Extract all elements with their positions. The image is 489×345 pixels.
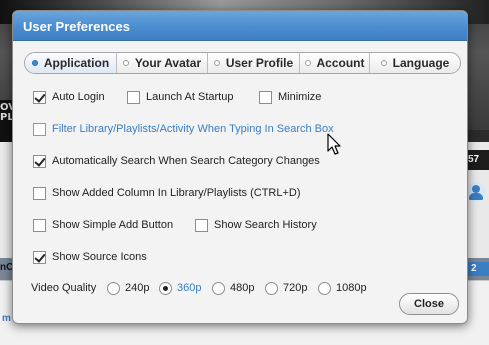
radio-360p[interactable] [159, 281, 172, 295]
filter-library-option[interactable]: Filter Library/Playlists/Activity When T… [33, 121, 334, 137]
show-simple-add-option[interactable]: Show Simple Add Button [33, 217, 173, 233]
tab-user-profile[interactable]: User Profile [208, 53, 300, 73]
video-quality-1080p[interactable]: 1080p [318, 280, 367, 296]
radio-360p-label: 360p [177, 282, 202, 294]
tab-indicator-icon [122, 60, 129, 66]
filter-library-label: Filter Library/Playlists/Activity When T… [52, 123, 334, 135]
launch-at-startup-checkbox[interactable] [127, 90, 140, 104]
tab-indicator-icon [213, 60, 220, 66]
tab-indicator-icon [380, 60, 387, 66]
radio-720p-label: 720p [283, 282, 308, 294]
filter-library-checkbox[interactable] [33, 122, 46, 136]
show-search-history-option[interactable]: Show Search History [195, 217, 317, 233]
close-button[interactable]: Close [399, 293, 459, 315]
video-quality-240p[interactable]: 240p [107, 280, 149, 296]
user-preferences-dialog: User Preferences Application Your Avatar… [12, 10, 468, 324]
auto-login-option[interactable]: Auto Login [33, 89, 105, 105]
show-simple-add-label: Show Simple Add Button [52, 219, 174, 231]
dialog-title[interactable]: User Preferences [13, 11, 467, 41]
show-search-history-label: Show Search History [214, 219, 317, 231]
video-quality-720p[interactable]: 720p [265, 280, 307, 296]
background-badge: 2 [468, 262, 489, 276]
video-quality-480p[interactable]: 480p [212, 280, 254, 296]
minimize-label: Minimize [278, 91, 322, 103]
radio-480p-label: 480p [230, 282, 255, 294]
tab-account[interactable]: Account [300, 53, 370, 73]
radio-720p[interactable] [265, 281, 278, 295]
launch-at-startup-label: Launch At Startup [146, 91, 234, 103]
tab-label: Language [392, 56, 450, 70]
tab-application[interactable]: Application [25, 53, 117, 73]
minimize-option[interactable]: Minimize [259, 89, 321, 105]
auto-search-checkbox[interactable] [33, 154, 46, 168]
show-source-icons-label: Show Source Icons [52, 251, 147, 263]
radio-1080p-label: 1080p [336, 282, 367, 294]
tab-your-avatar[interactable]: Your Avatar [117, 53, 208, 73]
auto-login-checkbox[interactable] [33, 90, 46, 104]
show-source-icons-checkbox[interactable] [33, 250, 46, 264]
tab-label: Your Avatar [134, 56, 202, 70]
show-added-column-checkbox[interactable] [33, 186, 46, 200]
radio-240p[interactable] [107, 281, 120, 295]
radio-240p-label: 240p [125, 282, 150, 294]
auto-search-label: Automatically Search When Search Categor… [52, 155, 320, 167]
tab-label: User Profile [225, 56, 294, 70]
tab-label: Account [316, 56, 365, 70]
mouse-cursor-icon [327, 133, 341, 155]
radio-1080p[interactable] [318, 281, 331, 295]
tab-label: Application [43, 56, 110, 70]
show-added-column-label: Show Added Column In Library/Playlists (… [52, 187, 301, 199]
launch-at-startup-option[interactable]: Launch At Startup [127, 89, 233, 105]
tab-language[interactable]: Language [370, 53, 460, 73]
auto-login-label: Auto Login [52, 91, 105, 103]
video-quality-group: Video Quality [31, 280, 96, 296]
radio-480p[interactable] [212, 281, 225, 295]
show-added-column-option[interactable]: Show Added Column In Library/Playlists (… [33, 185, 301, 201]
show-simple-add-checkbox[interactable] [33, 218, 46, 232]
minimize-checkbox[interactable] [259, 90, 272, 104]
background-bottom-link[interactable]: m [2, 313, 11, 324]
show-search-history-checkbox[interactable] [195, 218, 208, 232]
video-quality-360p[interactable]: 360p [159, 280, 201, 296]
tab-indicator-icon [31, 60, 38, 66]
video-quality-label: Video Quality [31, 282, 97, 294]
preferences-tabs: Application Your Avatar User Profile Acc… [24, 52, 461, 74]
tab-indicator-icon [304, 60, 311, 66]
auto-search-option[interactable]: Automatically Search When Search Categor… [33, 153, 320, 169]
show-source-icons-option[interactable]: Show Source Icons [33, 249, 147, 265]
user-icon[interactable] [466, 182, 486, 202]
